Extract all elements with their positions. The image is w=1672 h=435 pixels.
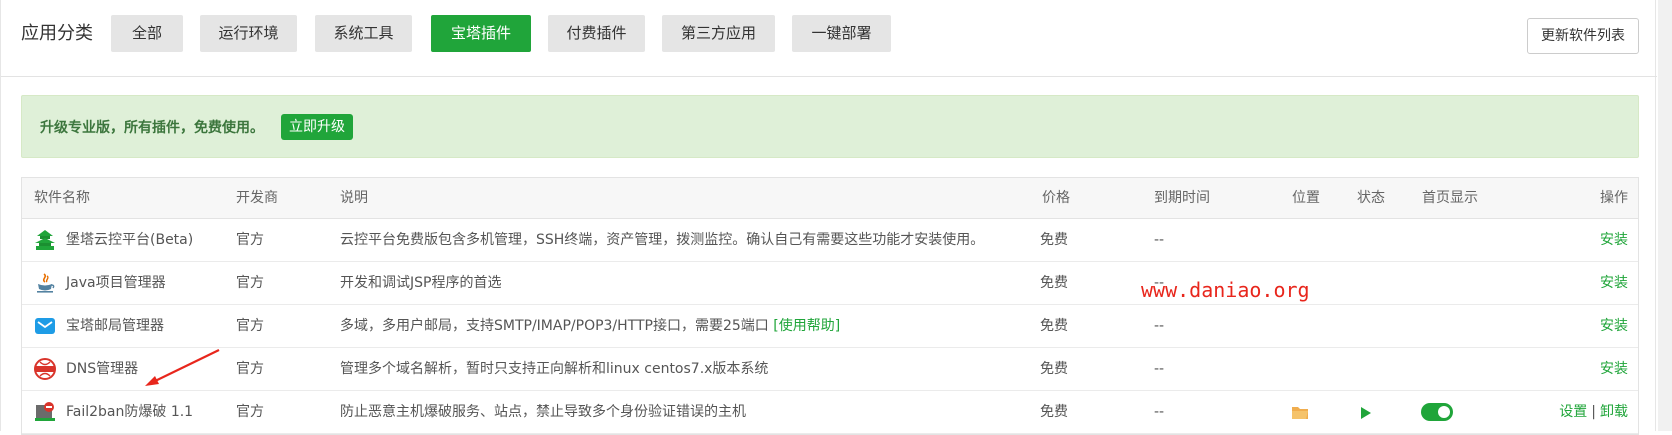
app-window: 应用分类 全部 运行环境 系统工具 宝塔插件 付费插件 第三方应用 一键部署 更… [0, 0, 1657, 435]
price: 免费 [1040, 232, 1068, 248]
col-price: 价格 [1042, 190, 1070, 206]
price: 免费 [1040, 404, 1068, 420]
col-expire: 到期时间 [1154, 190, 1210, 206]
upgrade-banner: 升级专业版，所有插件，免费使用。 立即升级 [21, 95, 1639, 158]
install-link[interactable]: 安装 [1600, 361, 1628, 377]
upgrade-banner-text: 升级专业版，所有插件，免费使用。 [40, 120, 264, 136]
op-separator: | [1591, 404, 1596, 420]
table-header: 软件名称 开发商 说明 价格 到期时间 位置 状态 首页显示 操作 [22, 178, 1638, 219]
col-developer: 开发商 [236, 190, 278, 206]
watermark-text: www.daniao.org [1141, 278, 1310, 302]
row-operations: 安装 [1600, 262, 1628, 304]
expire-time: -- [1154, 232, 1165, 248]
toggle-knob [1438, 406, 1450, 418]
refresh-software-list-button[interactable]: 更新软件列表 [1527, 18, 1639, 54]
expire-time: -- [1154, 361, 1165, 377]
install-link[interactable]: 安装 [1600, 318, 1628, 334]
software-name: 堡塔云控平台(Beta) [66, 232, 194, 248]
developer: 官方 [236, 275, 264, 291]
pagoda-icon [35, 230, 55, 250]
col-status: 状态 [1357, 190, 1385, 206]
mail-icon [35, 318, 55, 334]
table-row: Java项目管理器 官方 开发和调试JSP程序的首选 免费 -- 安装 [22, 262, 1638, 305]
dns-icon [34, 358, 56, 380]
settings-link[interactable]: 设置 [1559, 404, 1587, 420]
category-paid-plugins-button[interactable]: 付费插件 [548, 15, 645, 52]
col-operations: 操作 [1600, 190, 1628, 206]
price: 免费 [1040, 275, 1068, 291]
developer: 官方 [236, 404, 264, 420]
folder-icon[interactable] [1291, 404, 1309, 420]
row-operations: 安装 [1600, 305, 1628, 347]
row-operations: 安装 [1600, 219, 1628, 261]
category-third-party-button[interactable]: 第三方应用 [662, 15, 775, 52]
vertical-scrollbar[interactable] [1658, 0, 1672, 431]
description-cell: 多域，多用户邮局，支持SMTP/IMAP/POP3/HTTP接口，需要25端口 … [340, 305, 840, 347]
category-header: 应用分类 全部 运行环境 系统工具 宝塔插件 付费插件 第三方应用 一键部署 更… [1, 0, 1657, 77]
table-row: Fail2ban防爆破 1.1 官方 防止恶意主机爆破服务、站点，禁止导致多个身… [22, 391, 1638, 434]
description: 管理多个域名解析，暂时只支持正向解析和linux centos7.x版本系统 [340, 361, 769, 377]
table-row: 宝塔邮局管理器 官方 多域，多用户邮局，支持SMTP/IMAP/POP3/HTT… [22, 305, 1638, 348]
description: 云控平台免费版包含多机管理，SSH终端，资产管理，拨测监控。确认自己有需要这些功… [340, 232, 985, 248]
install-link[interactable]: 安装 [1600, 275, 1628, 291]
upgrade-now-button[interactable]: 立即升级 [281, 114, 353, 140]
usage-help-link[interactable]: [使用帮助] [773, 318, 840, 334]
developer: 官方 [236, 361, 264, 377]
table-row: DNS管理器 官方 管理多个域名解析，暂时只支持正向解析和linux cento… [22, 348, 1638, 391]
expire-time: -- [1154, 318, 1165, 334]
software-table: 软件名称 开发商 说明 价格 到期时间 位置 状态 首页显示 操作 堡塔云控平台… [21, 177, 1639, 435]
col-description: 说明 [340, 190, 368, 206]
uninstall-link[interactable]: 卸载 [1600, 404, 1628, 420]
java-icon [37, 273, 55, 293]
fail2ban-icon [35, 402, 55, 421]
developer: 官方 [236, 232, 264, 248]
table-row: 堡塔云控平台(Beta) 官方 云控平台免费版包含多机管理，SSH终端，资产管理… [22, 219, 1638, 262]
description: 防止恶意主机爆破服务、站点，禁止导致多个身份验证错误的主机 [340, 404, 746, 420]
price: 免费 [1040, 318, 1068, 334]
price: 免费 [1040, 361, 1068, 377]
description: 多域，多用户邮局，支持SMTP/IMAP/POP3/HTTP接口，需要25端口 [340, 318, 769, 334]
annotation-arrow-icon [145, 349, 220, 386]
expire-time: -- [1154, 404, 1165, 420]
play-icon[interactable] [1359, 405, 1373, 421]
software-name: 宝塔邮局管理器 [66, 318, 164, 334]
category-runtime-button[interactable]: 运行环境 [200, 15, 297, 52]
home-display-toggle[interactable] [1421, 403, 1453, 421]
row-operations: 安装 [1600, 348, 1628, 390]
software-name: Fail2ban防爆破 1.1 [66, 404, 194, 420]
category-bt-plugins-button[interactable]: 宝塔插件 [431, 15, 531, 52]
category-title: 应用分类 [21, 23, 93, 44]
col-home-display: 首页显示 [1422, 190, 1478, 206]
software-name: Java项目管理器 [66, 275, 166, 291]
software-name: DNS管理器 [66, 361, 139, 377]
category-system-tools-button[interactable]: 系统工具 [315, 15, 412, 52]
description: 开发和调试JSP程序的首选 [340, 275, 502, 291]
install-link[interactable]: 安装 [1600, 232, 1628, 248]
col-location: 位置 [1292, 190, 1320, 206]
col-name: 软件名称 [34, 190, 90, 206]
developer: 官方 [236, 318, 264, 334]
category-all-button[interactable]: 全部 [111, 15, 183, 52]
category-one-click-deploy-button[interactable]: 一键部署 [792, 15, 891, 52]
row-operations: 设置 | 卸载 [1559, 391, 1628, 433]
